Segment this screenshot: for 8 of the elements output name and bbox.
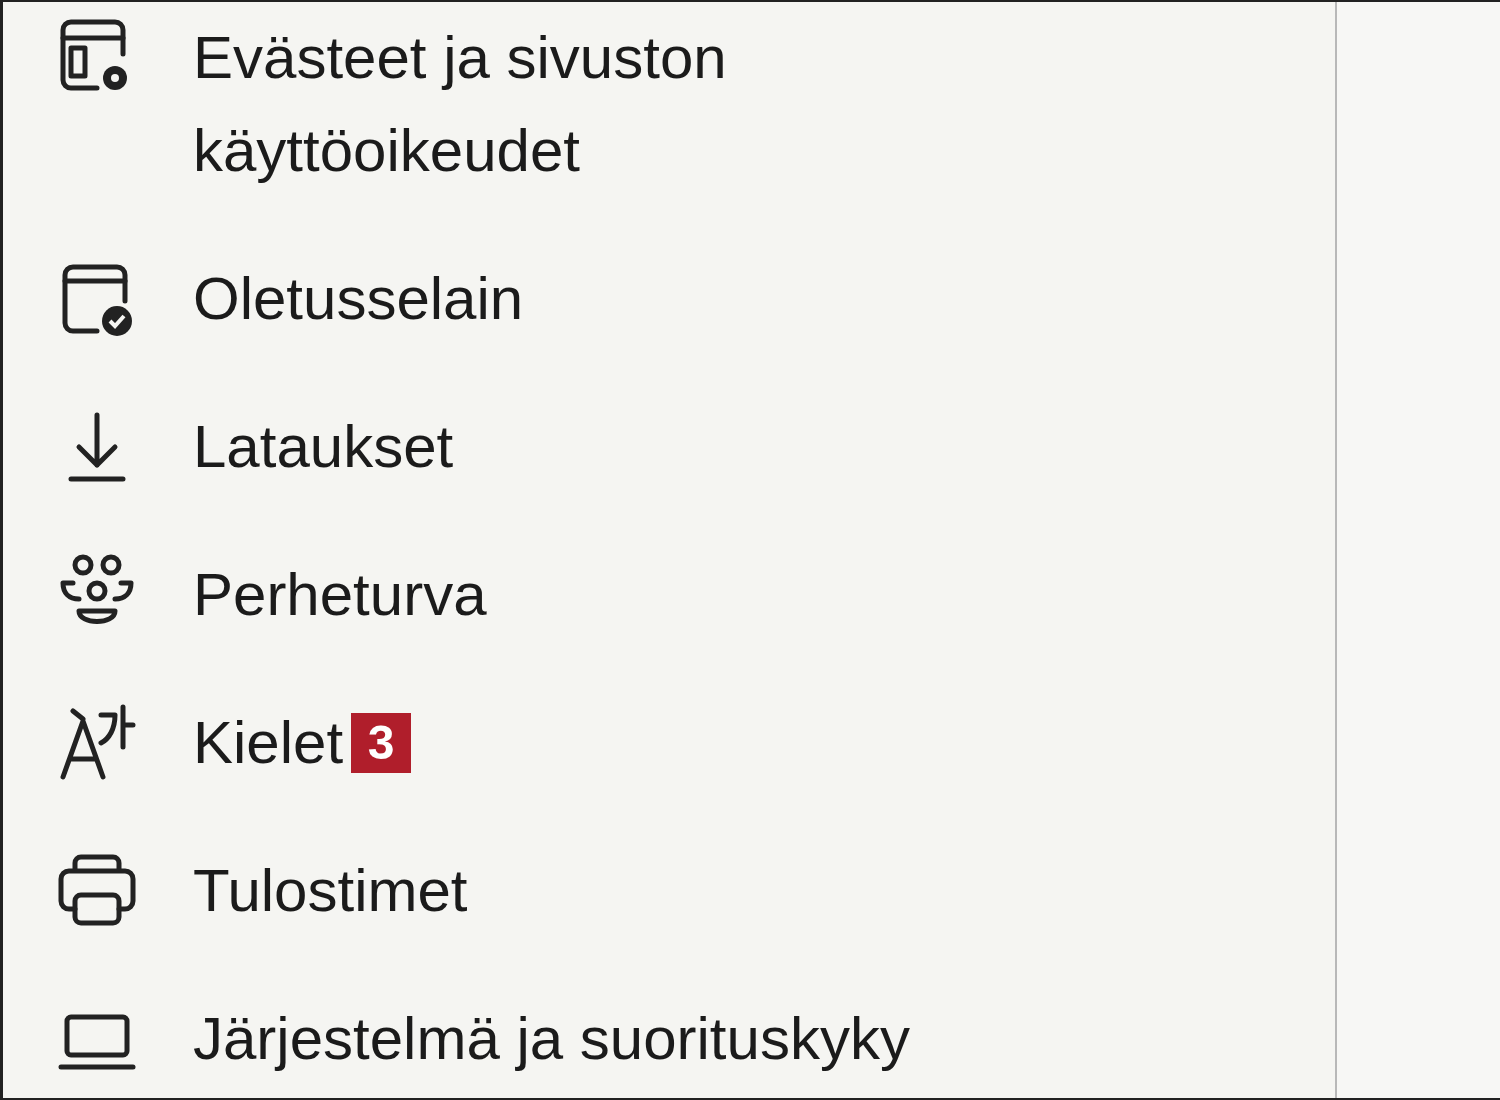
- menu-item[interactable]: Tulostimet: [193, 844, 468, 937]
- menu-item[interactable]: Perheturva: [193, 548, 487, 641]
- menu-item[interactable]: Evästeet ja sivuston käyttöoikeudet: [193, 11, 813, 197]
- count-badge: 3: [351, 712, 412, 773]
- menu-item[interactable]: Kielet: [193, 696, 344, 789]
- menu-item[interactable]: Oletusselain: [193, 252, 524, 345]
- menu-item[interactable]: Järjestelmä ja suorituskyky: [193, 992, 910, 1085]
- menu-item[interactable]: Lataukset: [193, 400, 454, 493]
